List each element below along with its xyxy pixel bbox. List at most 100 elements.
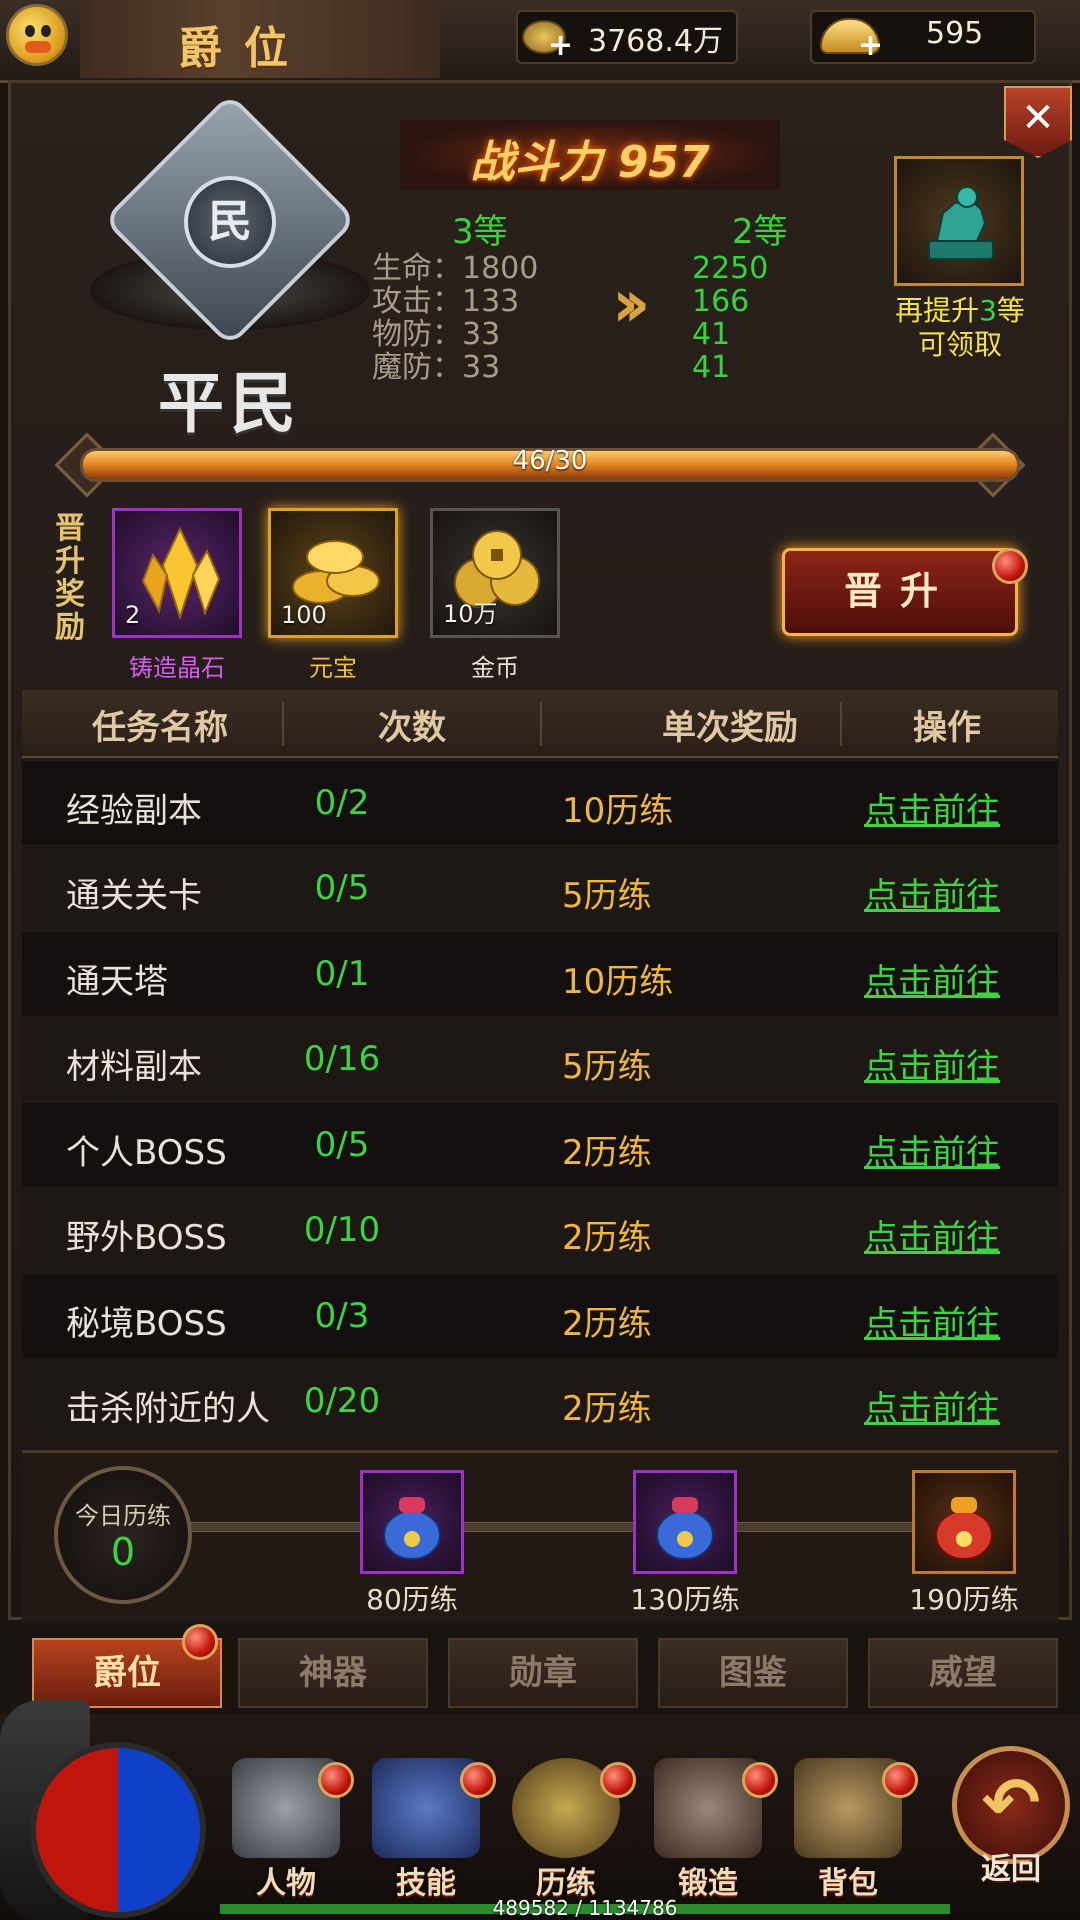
item-count: 10万 (443, 600, 498, 628)
notification-dot-icon (992, 548, 1028, 584)
avatar-eye-icon (25, 25, 35, 37)
task-go-link[interactable]: 点击前往 (864, 868, 1000, 917)
milestone-chest-190[interactable] (912, 1470, 1016, 1574)
item-name-gold: 金币 (471, 654, 519, 682)
tab-medal[interactable]: 勋章 (448, 1638, 638, 1708)
task-count: 0/1 (314, 954, 370, 994)
task-go-link[interactable]: 点击前往 (864, 1125, 1000, 1174)
item-count: 100 (281, 601, 327, 629)
milestone-chest-130[interactable] (633, 1470, 737, 1574)
tab-artifact[interactable]: 神器 (238, 1638, 428, 1708)
task-go-link[interactable]: 点击前往 (864, 1210, 1000, 1259)
notification-dot-icon (460, 1762, 496, 1798)
reward-note-suffix: 等 (996, 294, 1025, 327)
daily-training-label: 今日历练 (75, 1502, 171, 1530)
yinyang-orb-icon[interactable] (30, 1742, 206, 1918)
task-row: 材料副本 0/16 5历练 点击前往 (22, 1017, 1058, 1101)
col-action: 操作 (913, 708, 981, 748)
copper-amount: 3768.4万 (588, 24, 723, 59)
reward-bag-icon (656, 1497, 714, 1560)
next-reward-note: 再提升3等 可领取 (880, 294, 1040, 362)
task-count: 0/5 (314, 868, 370, 908)
task-name: 通关关卡 (66, 876, 202, 916)
daily-training-counter: 今日历练 0 (54, 1466, 192, 1604)
back-button[interactable]: ↶ 返回 (952, 1746, 1070, 1896)
reward-note-line2: 可领取 (917, 328, 1002, 361)
daily-progress-line (190, 1522, 1012, 1532)
task-count: 0/16 (303, 1039, 381, 1079)
tab-collection[interactable]: 图鉴 (658, 1638, 848, 1708)
rank-name: 平民 (158, 365, 302, 442)
stat-attack: 攻击：133 (372, 284, 520, 319)
task-count: 0/3 (314, 1296, 370, 1336)
task-reward: 5历练 (562, 876, 652, 916)
notification-dot-icon (318, 1762, 354, 1798)
upgrade-arrow-icon: ›› (612, 265, 651, 342)
task-go-link[interactable]: 点击前往 (864, 1296, 1000, 1345)
rank-emblem-char: 民 (184, 176, 276, 268)
task-count: 0/20 (303, 1381, 381, 1421)
task-go-link[interactable]: 点击前往 (864, 1381, 1000, 1430)
milestone-label: 130历练 (630, 1583, 740, 1616)
rank-progress-text: 46/30 (512, 446, 588, 476)
task-reward: 2历练 (562, 1389, 652, 1429)
milestone-chest-80[interactable] (360, 1470, 464, 1574)
col-separator (540, 702, 542, 746)
avatar-eye-icon (41, 25, 51, 37)
next-phys-def: 41 (692, 317, 731, 352)
task-reward: 2历练 (562, 1304, 652, 1344)
daily-training-value: 0 (110, 1530, 136, 1574)
task-reward: 5历练 (562, 1047, 652, 1087)
col-reward: 单次奖励 (662, 708, 798, 748)
task-go-link[interactable]: 点击前往 (864, 783, 1000, 832)
experience-text: 489582 / 1134786 (492, 1896, 678, 1920)
reward-item-ingot[interactable]: 100 (268, 508, 398, 638)
stat-hp: 生命：1800 (372, 251, 539, 286)
stat-magic-def: 魔防：33 (372, 350, 501, 385)
reward-item-gold[interactable]: 10万 (430, 508, 560, 638)
task-reward: 2历练 (562, 1218, 652, 1258)
task-count: 0/5 (314, 1125, 370, 1165)
task-row: 秘境BOSS 0/3 2历练 点击前往 (22, 1274, 1058, 1358)
add-ingot-icon[interactable]: + (858, 28, 883, 63)
task-name: 击杀附近的人 (66, 1389, 270, 1429)
tab-prestige[interactable]: 威望 (868, 1638, 1058, 1708)
col-separator (282, 702, 284, 746)
col-task-name: 任务名称 (92, 708, 228, 748)
item-name-ingot: 元宝 (309, 654, 357, 682)
task-row: 通关关卡 0/5 5历练 点击前往 (22, 846, 1058, 930)
task-reward: 10历练 (562, 962, 674, 1002)
next-attack: 166 (692, 284, 750, 319)
next-magic-def: 41 (692, 350, 731, 385)
task-go-link[interactable]: 点击前往 (864, 954, 1000, 1003)
task-name: 个人BOSS (66, 1133, 227, 1173)
task-name: 野外BOSS (66, 1218, 227, 1258)
notification-dot-icon (600, 1762, 636, 1798)
task-count: 0/10 (303, 1210, 381, 1250)
combat-power: 战斗力 957 (470, 137, 710, 188)
player-avatar[interactable] (6, 4, 68, 66)
notification-dot-icon (182, 1624, 218, 1660)
col-count: 次数 (378, 708, 446, 748)
milestone-label: 190历练 (909, 1583, 1019, 1616)
next-hp: 2250 (692, 251, 769, 286)
reward-item-crystal[interactable]: 2 (112, 508, 242, 638)
next-reward-slot[interactable] (894, 156, 1024, 286)
reward-bag-icon (383, 1497, 441, 1560)
avatar-beak-icon (25, 41, 51, 53)
task-go-link[interactable]: 点击前往 (864, 1039, 1000, 1088)
col-separator (840, 702, 842, 746)
stat-phys-def: 物防：33 (372, 317, 501, 352)
promote-button[interactable]: 晋升 (782, 548, 1018, 636)
task-row: 野外BOSS 0/10 2历练 点击前往 (22, 1188, 1058, 1272)
add-copper-icon[interactable]: + (548, 28, 573, 63)
task-name: 经验副本 (66, 791, 202, 831)
page-title: 爵位 (178, 23, 310, 74)
reward-note-number: 3 (979, 294, 997, 327)
promotion-reward-label: 晋升奖励 (55, 511, 85, 645)
back-label: 返回 (981, 1852, 1041, 1887)
task-count: 0/2 (314, 783, 370, 823)
milestone-label: 80历练 (366, 1583, 458, 1616)
task-name: 材料副本 (66, 1047, 202, 1087)
task-reward: 10历练 (562, 791, 674, 831)
